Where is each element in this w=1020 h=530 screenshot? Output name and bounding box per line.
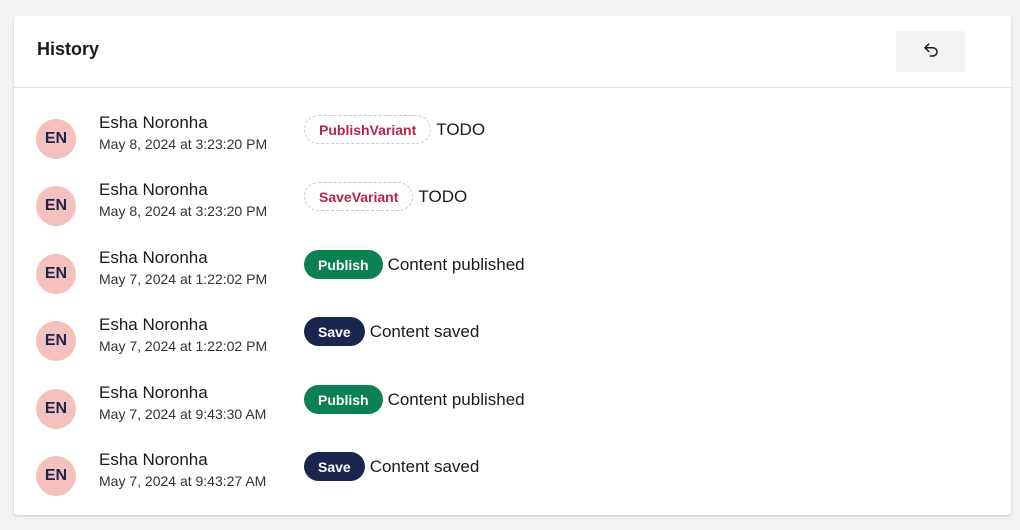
avatar: EN	[36, 389, 76, 429]
timestamp: May 7, 2024 at 9:43:30 AM	[99, 406, 267, 422]
panel-title: History	[37, 39, 100, 59]
action: SaveVariant TODO	[304, 182, 467, 211]
action: PublishVariant TODO	[304, 115, 485, 144]
action-tag: SaveVariant	[304, 182, 414, 211]
history-entry: EN Esha Noronha May 8, 2024 at 3:23:20 P…	[14, 113, 1011, 173]
avatar: EN	[36, 186, 76, 226]
timestamp: May 8, 2024 at 3:23:20 PM	[99, 203, 268, 219]
action-tag: Publish	[304, 250, 383, 279]
avatar: EN	[36, 456, 76, 496]
action-description: TODO	[418, 186, 468, 206]
action: Publish Content published	[304, 385, 525, 414]
rollback-button[interactable]	[896, 31, 965, 72]
action-description: TODO	[436, 119, 486, 139]
user-name: Esha Noronha	[99, 248, 208, 267]
action-tag: Save	[304, 317, 365, 346]
history-panel: History EN Esha Noronha May 8, 2024 at 3…	[14, 16, 1011, 515]
history-entry: EN Esha Noronha May 7, 2024 at 1:22:02 P…	[14, 248, 1011, 308]
history-entry: EN Esha Noronha May 7, 2024 at 9:43:27 A…	[14, 450, 1011, 510]
user-name: Esha Noronha	[99, 383, 208, 402]
action-tag: Publish	[304, 385, 383, 414]
user-name: Esha Noronha	[99, 315, 208, 334]
action-tag: PublishVariant	[304, 115, 432, 144]
action-description: Content saved	[369, 321, 480, 341]
avatar: EN	[36, 321, 76, 361]
history-entry: EN Esha Noronha May 8, 2024 at 3:23:20 P…	[14, 180, 1011, 240]
timestamp: May 7, 2024 at 9:43:27 AM	[99, 473, 267, 489]
user-name: Esha Noronha	[99, 113, 208, 132]
panel-header: History	[14, 16, 1011, 88]
action-description: Content published	[387, 254, 525, 274]
avatar: EN	[36, 119, 76, 159]
action-description: Content published	[387, 389, 525, 409]
action: Publish Content published	[304, 250, 525, 279]
timestamp: May 7, 2024 at 1:22:02 PM	[99, 338, 268, 354]
avatar: EN	[36, 254, 76, 294]
user-name: Esha Noronha	[99, 180, 208, 199]
history-entry: EN Esha Noronha May 7, 2024 at 1:22:02 P…	[14, 315, 1011, 375]
timestamp: May 7, 2024 at 1:22:02 PM	[99, 271, 268, 287]
timestamp: May 8, 2024 at 3:23:20 PM	[99, 136, 268, 152]
action-description: Content saved	[369, 456, 480, 476]
history-entry: EN Esha Noronha May 7, 2024 at 9:43:30 A…	[14, 383, 1011, 443]
action: Save Content saved	[304, 317, 479, 346]
action: Save Content saved	[304, 452, 479, 481]
user-name: Esha Noronha	[99, 450, 208, 469]
undo-icon	[922, 41, 940, 62]
action-tag: Save	[304, 452, 365, 481]
